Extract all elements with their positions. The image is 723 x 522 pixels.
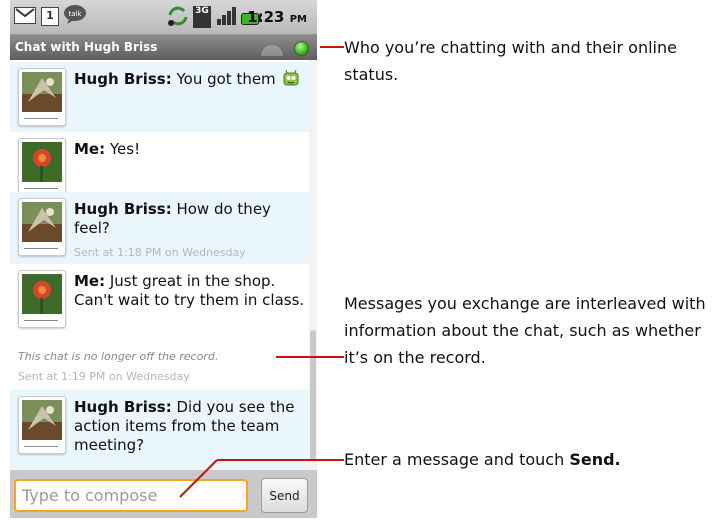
message-sender: Me: — [74, 140, 106, 158]
callout-messages-text: Messages you exchange are interleaved wi… — [344, 294, 706, 367]
message-sender: Hugh Briss: — [74, 200, 172, 218]
clock-suffix: PM — [289, 14, 307, 25]
message-text: Hugh Briss: You got them — [74, 69, 306, 91]
robot-smiley-icon — [283, 69, 299, 91]
message-body: Yes! — [105, 140, 141, 158]
message-text: Me: Just great in the shop. Can't wait t… — [74, 272, 306, 310]
message-item: Hugh Briss: Did you see the action items… — [10, 390, 309, 470]
talk-icon-label: talk — [68, 10, 82, 18]
signal-strength-icon — [216, 7, 236, 25]
send-button[interactable]: Send — [261, 478, 308, 513]
message-body: You got them — [171, 70, 276, 88]
status-bar: 1 talk 3G 1:23 PM — [10, 0, 317, 35]
talk-icon: talk — [63, 4, 87, 24]
phone-screen: 1 talk 3G 1:23 PM Chat with Hugh Briss H… — [10, 0, 317, 518]
clock: 1:23 PM — [247, 8, 307, 26]
message-item: Hugh Briss: You got them — [10, 62, 309, 132]
message-sender: Me: — [74, 272, 106, 290]
message-item: Hugh Briss: How do they feel? Sent at 1:… — [10, 192, 309, 264]
message-timestamp: Sent at 1:18 PM on Wednesday — [74, 246, 246, 259]
buddy-avatar[interactable] — [18, 68, 66, 126]
my-avatar[interactable] — [18, 270, 66, 328]
callout-line-messages — [276, 356, 344, 358]
scrollbar-thumb[interactable] — [310, 330, 316, 460]
system-note-item: This chat is no longer off the record. S… — [10, 342, 309, 390]
sync-icon — [167, 5, 189, 27]
message-scrollbar[interactable] — [309, 60, 317, 470]
message-text: Hugh Briss: Did you see the action items… — [74, 398, 306, 455]
message-list[interactable]: Hugh Briss: You got them Me: Yes! Hugh B… — [10, 60, 317, 470]
message-text: Hugh Briss: How do they feel? — [74, 200, 306, 238]
gmail-icon — [14, 7, 36, 24]
my-avatar[interactable] — [18, 138, 66, 196]
system-note-timestamp: Sent at 1:19 PM on Wednesday — [18, 370, 190, 383]
message-item: Me: Just great in the shop. Can't wait t… — [10, 264, 309, 342]
compose-input[interactable] — [14, 479, 248, 512]
callout-compose-text: Enter a message and touch Send. — [344, 446, 723, 473]
buddy-avatar[interactable] — [18, 198, 66, 256]
chat-title-bar: Chat with Hugh Briss — [10, 35, 317, 60]
callout-header-text: Who you’re chatting with and their onlin… — [344, 38, 677, 84]
chat-title: Chat with Hugh Briss — [15, 40, 158, 54]
message-body: Just great in the shop. Can't wait to tr… — [74, 272, 305, 309]
message-item: Me: Yes! — [10, 132, 309, 196]
compose-bar: Send — [10, 470, 317, 518]
message-sender: Hugh Briss: — [74, 398, 172, 416]
callout-compose-bold: Send. — [569, 450, 621, 469]
callout-line-header — [320, 46, 344, 48]
online-status-icon — [294, 41, 309, 56]
clock-time: 1:23 — [247, 8, 285, 26]
buddy-avatar[interactable] — [18, 396, 66, 454]
callout-compose-prefix: Enter a message and touch — [344, 450, 570, 469]
message-sender: Hugh Briss: — [74, 70, 172, 88]
network-3g-icon: 3G — [193, 6, 211, 28]
calendar-icon: 1 — [41, 7, 59, 26]
record-status-note: This chat is no longer off the record. — [18, 350, 219, 363]
message-text: Me: Yes! — [74, 140, 306, 159]
android-watermark-icon — [257, 38, 287, 58]
